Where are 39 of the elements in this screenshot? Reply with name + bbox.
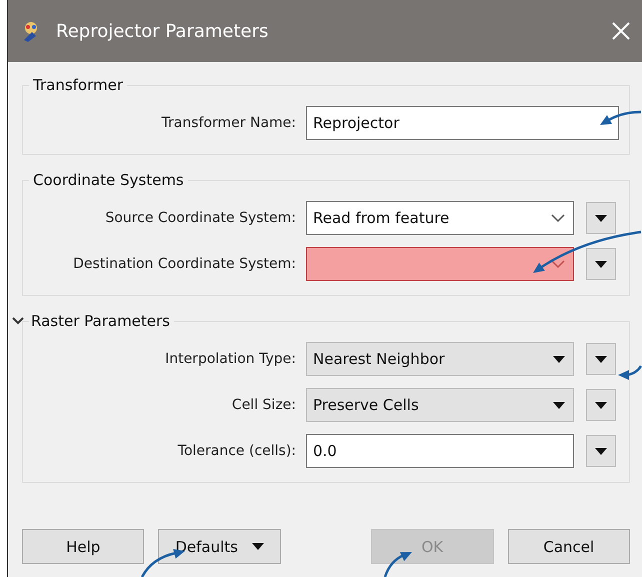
caret-icon: [595, 402, 607, 408]
combo-box[interactable]: [306, 247, 574, 281]
chevron-icon: [551, 214, 565, 222]
annotation-arrow: [600, 110, 642, 125]
caret-icon: [553, 402, 565, 408]
field-label: Interpolation Type:: [164, 351, 297, 367]
dialog-button[interactable]: Help: [22, 529, 144, 564]
caret-icon: [595, 356, 607, 362]
chevron-icon[interactable]: [11, 316, 25, 326]
text-field[interactable]: 0.0: [306, 434, 574, 468]
menu-button[interactable]: [586, 248, 616, 280]
combo-box[interactable]: Read from feature: [306, 201, 574, 235]
menu-button[interactable]: [586, 389, 616, 421]
group-title: Raster Parameters: [31, 312, 170, 330]
caret-icon: [595, 260, 607, 268]
dropdown[interactable]: Nearest Neighbor: [306, 342, 574, 376]
caret-icon: [595, 448, 607, 454]
menu-button[interactable]: [586, 202, 616, 234]
dialog-button[interactable]: Defaults: [158, 529, 281, 564]
field-label: Cell Size:: [230, 397, 297, 413]
caret-icon: [595, 214, 607, 222]
menu-button[interactable]: [586, 435, 616, 467]
caret-icon: [553, 356, 565, 362]
field-label: Destination Coordinate System:: [72, 256, 297, 272]
dropdown[interactable]: Preserve Cells: [306, 388, 574, 422]
chevron-icon: [551, 260, 565, 268]
close-icon[interactable]: [610, 20, 632, 42]
menu-button[interactable]: [586, 343, 616, 375]
dialog-button[interactable]: Cancel: [508, 529, 630, 564]
field-label: Source Coordinate System:: [104, 210, 297, 226]
text-field[interactable]: Reprojector: [306, 106, 619, 140]
annotation-arrow: [618, 365, 642, 380]
group-title: Coordinate Systems: [33, 171, 184, 189]
caret-icon: [252, 543, 264, 550]
annotation-arrow: [384, 552, 412, 577]
window-title: Reprojector Parameters: [56, 20, 270, 42]
field-label: Transformer Name:: [160, 115, 297, 131]
field-label: Tolerance (cells):: [176, 443, 297, 459]
group-title: Transformer: [33, 76, 124, 94]
